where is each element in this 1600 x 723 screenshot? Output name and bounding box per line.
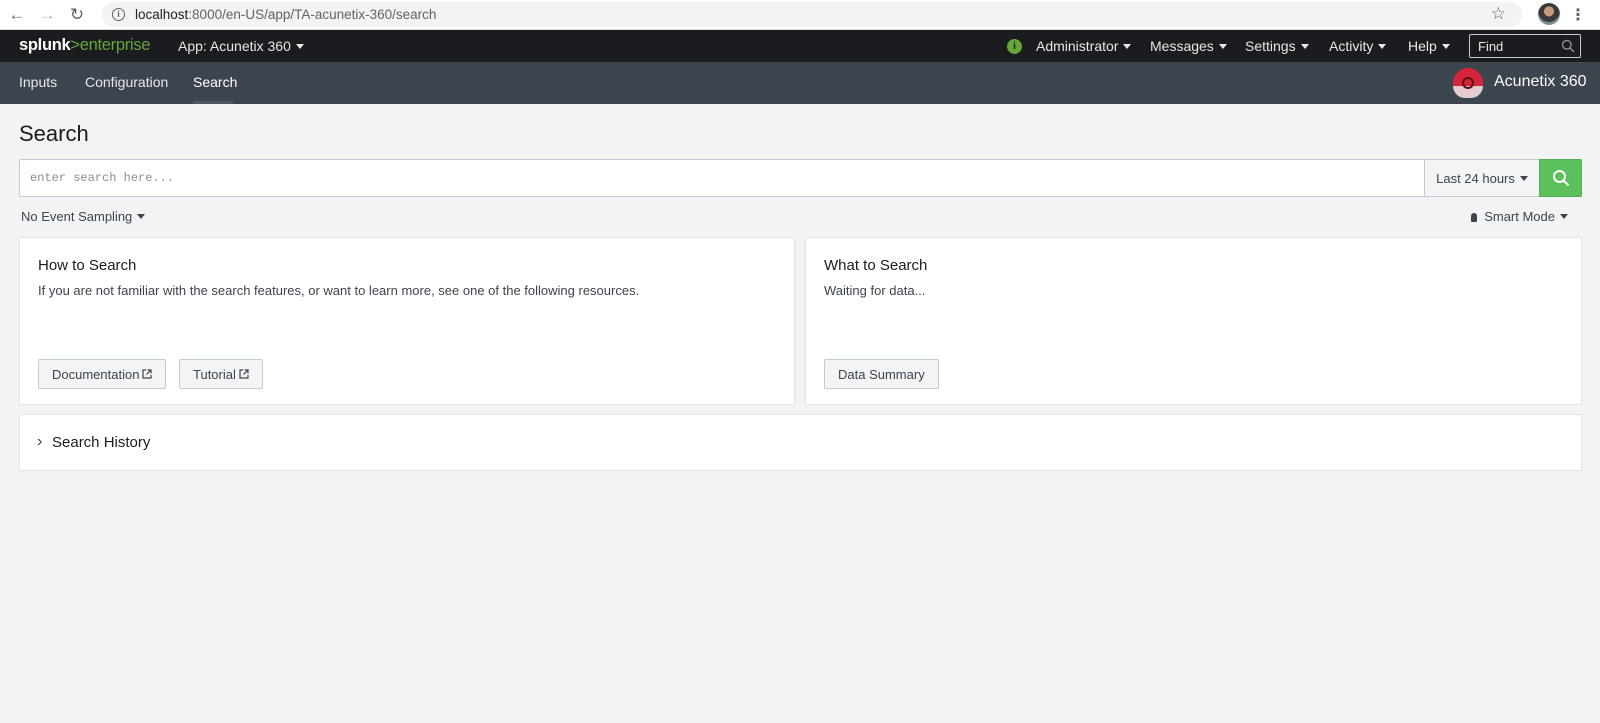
find-field bbox=[1469, 34, 1581, 58]
panel-title: What to Search bbox=[824, 257, 928, 274]
tab-inputs[interactable]: Inputs bbox=[19, 74, 57, 90]
messages-menu[interactable]: Messages bbox=[1150, 38, 1227, 54]
lightbulb-icon bbox=[1471, 213, 1478, 222]
caret-down-icon bbox=[1218, 44, 1227, 49]
search-icon[interactable] bbox=[1561, 39, 1575, 53]
activity-menu[interactable]: Activity bbox=[1329, 38, 1387, 54]
data-summary-button[interactable]: Data Summary bbox=[824, 359, 939, 389]
active-tab-indicator bbox=[193, 101, 233, 104]
documentation-button[interactable]: Documentation bbox=[38, 359, 167, 389]
back-icon[interactable]: ← bbox=[4, 2, 30, 28]
panel-description: If you are not familiar with the search … bbox=[38, 283, 640, 298]
bookmark-star-icon[interactable]: ☆ bbox=[1491, 4, 1506, 24]
search-history-label: Search History bbox=[52, 434, 151, 451]
administrator-menu[interactable]: Administrator bbox=[1036, 38, 1132, 54]
app-menu[interactable]: App: Acunetix 360 bbox=[178, 38, 304, 54]
tutorial-button[interactable]: Tutorial bbox=[179, 359, 263, 389]
how-to-search-panel: How to Search If you are not familiar wi… bbox=[19, 237, 795, 405]
find-input[interactable] bbox=[1470, 35, 1558, 57]
external-link-icon bbox=[142, 369, 153, 379]
caret-down-icon bbox=[1300, 44, 1309, 49]
tab-search[interactable]: Search bbox=[193, 74, 237, 90]
time-range-picker[interactable]: Last 24 hours bbox=[1424, 159, 1540, 197]
health-status-icon[interactable]: i bbox=[1007, 39, 1022, 54]
profile-avatar[interactable] bbox=[1538, 3, 1560, 25]
search-icon bbox=[1552, 170, 1569, 187]
browser-menu-icon[interactable]: ⋮ bbox=[1570, 5, 1586, 25]
settings-menu[interactable]: Settings bbox=[1245, 38, 1309, 54]
chevron-right-icon[interactable]: › bbox=[37, 433, 42, 451]
search-input[interactable] bbox=[19, 159, 1424, 197]
splunk-logo[interactable]: splunk>enterprise bbox=[19, 36, 150, 55]
reload-icon[interactable]: ↻ bbox=[64, 2, 90, 28]
external-link-icon bbox=[239, 369, 249, 379]
caret-down-icon bbox=[1441, 44, 1450, 49]
caret-down-icon bbox=[137, 214, 146, 219]
search-button[interactable] bbox=[1539, 159, 1582, 197]
search-history-section[interactable]: › Search History bbox=[19, 414, 1582, 471]
caret-down-icon bbox=[1378, 44, 1387, 49]
app-name: Acunetix 360 bbox=[1494, 73, 1587, 90]
site-info-icon[interactable]: i bbox=[112, 8, 125, 21]
browser-toolbar: ← → ↻ i localhost:8000/en-US/app/TA-acun… bbox=[0, 0, 1600, 30]
address-bar[interactable]: i localhost:8000/en-US/app/TA-acunetix-3… bbox=[102, 2, 1522, 27]
help-menu[interactable]: Help bbox=[1408, 38, 1450, 54]
acunetix-logo bbox=[1453, 68, 1483, 98]
what-to-search-panel: What to Search Waiting for data... Data … bbox=[805, 237, 1582, 405]
forward-icon[interactable]: → bbox=[34, 2, 60, 28]
panel-status-text: Waiting for data... bbox=[824, 283, 926, 298]
panel-title: How to Search bbox=[38, 257, 137, 274]
search-mode-dropdown[interactable]: Smart Mode bbox=[1471, 209, 1568, 224]
event-sampling-dropdown[interactable]: No Event Sampling bbox=[21, 209, 146, 224]
caret-down-icon bbox=[1519, 175, 1528, 181]
url-text[interactable]: localhost:8000/en-US/app/TA-acunetix-360… bbox=[135, 7, 436, 22]
tab-configuration[interactable]: Configuration bbox=[85, 74, 168, 90]
app-bar: Inputs Configuration Search Acunetix 360 bbox=[0, 62, 1600, 104]
splunk-top-bar: splunk>enterprise App: Acunetix 360 i Ad… bbox=[0, 30, 1600, 62]
caret-down-icon bbox=[1123, 44, 1132, 49]
page-title: Search bbox=[19, 121, 89, 146]
caret-down-icon bbox=[1560, 214, 1568, 219]
search-bar: Last 24 hours bbox=[19, 159, 1582, 197]
caret-down-icon bbox=[295, 44, 304, 49]
